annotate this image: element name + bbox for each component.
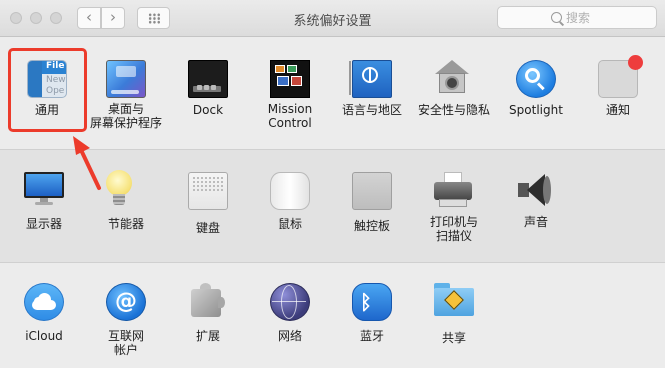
system-preferences-window: ‹ › 系统偏好设置 File New Ope 通用: [0, 0, 665, 368]
annotation-arrow-icon: [73, 136, 101, 190]
